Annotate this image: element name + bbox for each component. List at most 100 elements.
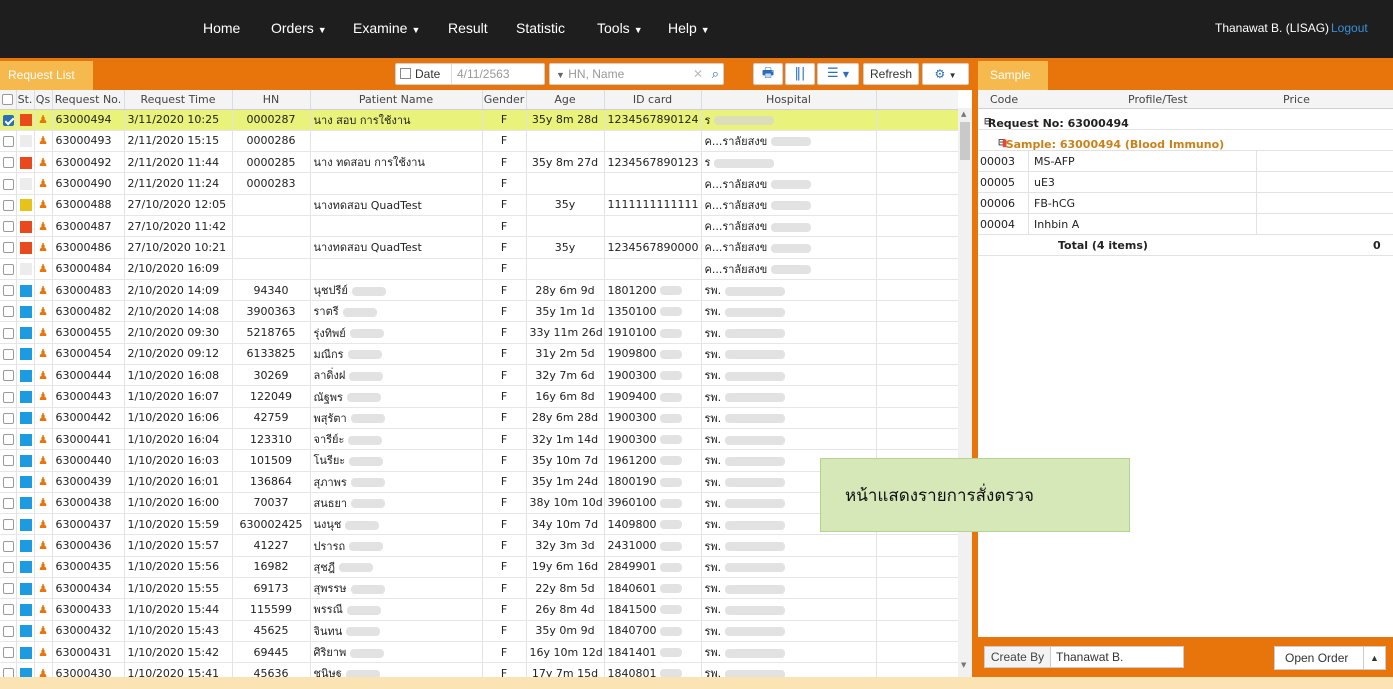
row-checkbox[interactable]: [3, 327, 14, 339]
row-checkbox[interactable]: [3, 412, 14, 424]
nav-home[interactable]: Home: [203, 20, 240, 36]
cell-select[interactable]: [0, 492, 17, 515]
row-checkbox[interactable]: [3, 540, 14, 552]
row-checkbox[interactable]: [3, 135, 14, 147]
row-checkbox[interactable]: [3, 263, 14, 275]
table-row[interactable]: ♟ 63000431 1/10/2020 15:42 69445 ศิริยาพ F 16y…: [0, 641, 958, 664]
col-qs[interactable]: Qs: [34, 90, 53, 110]
cell-select[interactable]: [0, 364, 17, 387]
row-checkbox[interactable]: [3, 114, 14, 126]
cell-select[interactable]: [0, 513, 17, 536]
col-status[interactable]: St.: [16, 90, 35, 110]
row-checkbox[interactable]: [3, 647, 14, 659]
test-row[interactable]: 00006 FB-hCG: [978, 193, 1393, 214]
table-row[interactable]: ♟ 63000493 2/11/2020 15:15 0000286 F ค...ราลั…: [0, 130, 958, 153]
cell-select[interactable]: [0, 534, 17, 557]
cell-select[interactable]: [0, 172, 17, 195]
cell-select[interactable]: [0, 577, 17, 600]
tab-sample[interactable]: Sample: [978, 61, 1048, 90]
test-row[interactable]: 00004 Inhbin A: [978, 214, 1393, 235]
barcode-button[interactable]: ‖|: [785, 63, 815, 85]
table-row[interactable]: ♟ 63000492 2/11/2020 11:44 0000285 นาง ทดสอบ…: [0, 151, 958, 174]
cell-select[interactable]: [0, 407, 17, 429]
row-checkbox[interactable]: [3, 306, 14, 318]
row-checkbox[interactable]: [3, 157, 14, 169]
sample-group-row[interactable]: ⊟ ▮ Sample: 63000494 (Blood Immuno): [978, 130, 1393, 151]
table-row[interactable]: ♟ 63000432 1/10/2020 15:43 45625 จินทน F 35y 0…: [0, 620, 958, 642]
date-checkbox[interactable]: [400, 68, 411, 79]
col-request-time[interactable]: Request Time: [124, 90, 233, 110]
create-by-field[interactable]: Create By Thanawat B.: [984, 646, 1184, 668]
table-row[interactable]: ♟ 63000436 1/10/2020 15:57 41227 ปรารถ F 32y 3…: [0, 534, 958, 557]
row-checkbox[interactable]: [3, 476, 14, 488]
row-checkbox[interactable]: [3, 668, 14, 677]
table-row[interactable]: ♟ 63000487 27/10/2020 11:42 F ค...ราลัยสงข: [0, 215, 958, 238]
open-order-button[interactable]: Open Order ▲: [1274, 646, 1386, 670]
table-row[interactable]: ♟ 63000455 2/10/2020 09:30 5218765 รุ่งทิพย์…: [0, 321, 958, 344]
row-checkbox[interactable]: [3, 561, 14, 573]
cell-select[interactable]: [0, 620, 17, 642]
col-age[interactable]: Age: [526, 90, 605, 110]
settings-button[interactable]: ⚙ ▼: [922, 63, 969, 85]
cell-select[interactable]: [0, 556, 17, 579]
nav-help[interactable]: Help ▼: [668, 20, 710, 36]
row-checkbox[interactable]: [3, 221, 14, 233]
table-row[interactable]: ♟ 63000434 1/10/2020 15:55 69173 สุพรรษ F 22y …: [0, 577, 958, 600]
table-row[interactable]: ♟ 63000438 1/10/2020 16:00 70037 สนธยา F 38y 1…: [0, 492, 958, 515]
nav-statistic[interactable]: Statistic: [516, 20, 565, 36]
grid-scrollbar[interactable]: ▲ ▼: [958, 108, 972, 677]
table-row[interactable]: ♟ 63000437 1/10/2020 15:59 630002425 นงนุช F 3…: [0, 513, 958, 536]
logout-link[interactable]: Logout: [1331, 21, 1368, 35]
table-row[interactable]: ♟ 63000433 1/10/2020 15:44 115599 พรรณี F 26y …: [0, 598, 958, 621]
nav-orders[interactable]: Orders ▼: [271, 20, 327, 36]
table-row[interactable]: ♟ 63000439 1/10/2020 16:01 136864 สุภาพร F 35y…: [0, 471, 958, 493]
table-row[interactable]: ♟ 63000494 3/11/2020 10:25 0000287 นาง สอบ ก…: [0, 109, 958, 131]
table-row[interactable]: ♟ 63000482 2/10/2020 14:08 3900363 ราตรี F 35y…: [0, 300, 958, 323]
cell-select[interactable]: [0, 428, 17, 451]
row-checkbox[interactable]: [3, 583, 14, 595]
cell-select[interactable]: [0, 236, 17, 259]
col-id-card[interactable]: ID card: [604, 90, 702, 110]
table-row[interactable]: ♟ 63000443 1/10/2020 16:07 122049 ณัฐพร F 16y …: [0, 385, 958, 408]
cell-select[interactable]: [0, 385, 17, 408]
table-row[interactable]: ♟ 63000441 1/10/2020 16:04 123310 จารีย์ะ F 32…: [0, 428, 958, 451]
col-hn[interactable]: HN: [232, 90, 311, 110]
date-input[interactable]: 4/11/2563: [451, 64, 544, 84]
col-gender[interactable]: Gender: [482, 90, 527, 110]
nav-tools[interactable]: Tools ▼: [597, 20, 643, 36]
row-checkbox[interactable]: [3, 178, 14, 190]
table-row[interactable]: ♟ 63000484 2/10/2020 16:09 F ค...ราลัยสงข: [0, 258, 958, 280]
search-input[interactable]: ▼ HN, Name ✕ ⌕: [549, 63, 724, 85]
cell-select[interactable]: [0, 598, 17, 621]
test-row[interactable]: 00005 uE3: [978, 172, 1393, 193]
scroll-up-icon[interactable]: ▲: [961, 110, 966, 118]
cell-select[interactable]: [0, 194, 17, 216]
row-checkbox[interactable]: [3, 242, 14, 254]
col-price[interactable]: Price: [1283, 93, 1310, 106]
col-hospital[interactable]: Hospital: [701, 90, 877, 110]
date-filter[interactable]: Date 4/11/2563: [395, 63, 545, 85]
table-row[interactable]: ♟ 63000488 27/10/2020 12:05 นางทดสอบ QuadTe…: [0, 194, 958, 216]
cell-select[interactable]: [0, 321, 17, 344]
menu-button[interactable]: ☰ ▼: [817, 63, 859, 85]
table-row[interactable]: ♟ 63000454 2/10/2020 09:12 6133825 มณีกร F 31y…: [0, 343, 958, 366]
cell-select[interactable]: [0, 471, 17, 493]
col-request-no[interactable]: Request No.: [52, 90, 125, 110]
cell-select[interactable]: [0, 343, 17, 366]
row-checkbox[interactable]: [3, 519, 14, 531]
col-code[interactable]: Code: [990, 93, 1018, 106]
row-checkbox[interactable]: [3, 625, 14, 637]
col-profile-test[interactable]: Profile/Test: [1128, 93, 1188, 106]
search-dropdown-icon[interactable]: ▼: [556, 70, 565, 80]
scroll-thumb[interactable]: [960, 122, 970, 160]
row-checkbox[interactable]: [3, 199, 14, 211]
row-checkbox[interactable]: [3, 455, 14, 467]
cell-select[interactable]: [0, 279, 17, 302]
col-patient-name[interactable]: Patient Name: [310, 90, 483, 110]
scroll-down-icon[interactable]: ▼: [961, 661, 966, 669]
row-checkbox[interactable]: [3, 434, 14, 446]
row-checkbox[interactable]: [3, 604, 14, 616]
refresh-button[interactable]: Refresh: [863, 63, 919, 85]
table-row[interactable]: ♟ 63000442 1/10/2020 16:06 42759 พสุรัตา F 28y…: [0, 407, 958, 429]
table-row[interactable]: ♟ 63000444 1/10/2020 16:08 30269 ลาดิ่งฝ F 32y…: [0, 364, 958, 387]
